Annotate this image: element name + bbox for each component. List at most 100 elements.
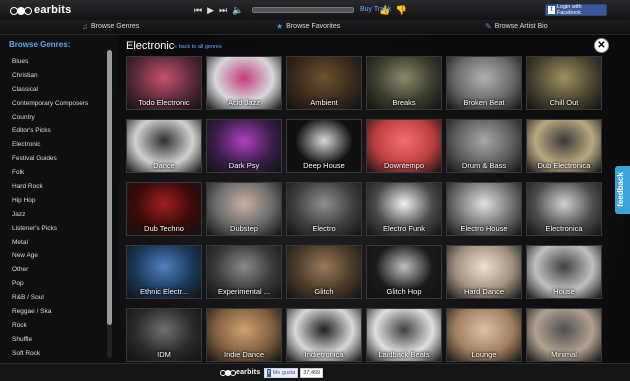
genre-list-item[interactable]: Other [12,263,88,277]
nav-browse-favorites-label: Browse Favorites [286,23,341,30]
subgenre-tile[interactable]: Lounge [446,308,522,362]
page-title: Electronic [126,40,175,52]
genre-list-item[interactable]: Christian [12,69,88,83]
subgenre-tile[interactable]: Indietronica [286,308,362,362]
subgenre-tile[interactable]: House [526,245,602,299]
earbits-logo[interactable]: earbits [10,3,71,17]
subgenre-tile[interactable]: Broken Beat [446,56,522,110]
sidebar-title: Browse Genres: [9,40,71,49]
bottom-bar: earbits f Me gusta 37,499 [0,363,630,381]
subgenre-tile[interactable]: Dubstep [206,182,282,236]
subgenre-tile[interactable]: Indie Dance [206,308,282,362]
subgenre-tile[interactable]: Laidback Beats [366,308,442,362]
sidebar-scrollbar[interactable] [107,50,112,358]
genre-list-item[interactable]: Electronic [12,138,88,152]
music-note-icon: ♫ [82,22,88,31]
sidebar-scrollbar-thumb[interactable] [107,50,112,325]
facebook-login-button[interactable]: f Login with Facebook [545,4,607,16]
subgenre-tile[interactable]: Electro [286,182,362,236]
nav-browse-artist-bio[interactable]: ✎ Browse Artist Bio [485,22,548,31]
genre-list-item[interactable]: R&B / Soul [12,291,88,305]
genre-list-item[interactable]: Editor's Picks [12,124,88,138]
subgenre-tile[interactable]: Glitch Hop [366,245,442,299]
close-icon[interactable]: ✕ [594,38,609,53]
subgenre-tile-label: Chill Out [549,98,579,107]
next-icon[interactable]: ⏭ [219,4,227,16]
subgenre-tile[interactable]: Deep House [286,119,362,173]
subgenre-tile[interactable]: Drum & Bass [446,119,522,173]
genre-list-item[interactable]: Country [12,111,88,125]
subgenre-tile-label: Broken Beat [463,98,505,107]
subgenre-tile[interactable]: IDM [126,308,202,362]
nav-browse-favorites[interactable]: ★ Browse Favorites [276,22,340,31]
subgenre-tile-label: Glitch Hop [386,287,422,296]
back-to-genres-link[interactable]: « back to all genres [174,44,222,50]
genre-list-item[interactable]: Contemporary Composers [12,97,88,111]
genre-list-item[interactable]: Reggae / Ska [12,305,88,319]
subgenre-panel: Electronic « back to all genres ✕ Todo E… [118,35,630,363]
genre-list-item[interactable]: Blues [12,55,88,69]
brand-name: earbits [34,4,72,16]
thumbs-down-icon[interactable]: 👎 [396,5,407,16]
subgenre-tile[interactable]: Ethnic Electr... [126,245,202,299]
subgenre-tile[interactable]: Acid Jazz [206,56,282,110]
facebook-icon: f [267,368,271,377]
subgenre-tile[interactable]: Dub Techno [126,182,202,236]
previous-icon[interactable]: ⏮ [194,4,202,16]
genre-list-item[interactable]: Listener's Picks [12,222,88,236]
facebook-login-label: Login with Facebook [556,4,582,16]
subgenre-tile[interactable]: Breaks [366,56,442,110]
subgenre-tile-label: Electronica [545,224,583,233]
nav-browse-genres[interactable]: ♫ Browse Genres [82,22,139,31]
subgenre-tile-label: Ethnic Electr... [140,287,188,296]
subgenre-tile[interactable]: Chill Out [526,56,602,110]
subgenre-tile[interactable]: Hard Dance [446,245,522,299]
subgenre-tile[interactable]: Ambient [286,56,362,110]
subgenre-tile-label: Ambient [310,98,338,107]
buy-track-link[interactable]: Buy Track [360,6,391,13]
genre-list-item[interactable]: New Age [12,249,88,263]
genre-sidebar: Browse Genres: Blues Christian Classical Co… [0,35,118,363]
subgenre-tile-label: Dub Electronica [537,161,591,170]
subgenre-tile-label: Acid Jazz [227,98,261,107]
feedback-label: feedback [615,172,625,207]
subgenre-tile[interactable]: Electro Funk [366,182,442,236]
subgenre-tile-label: Dark Psy [228,161,260,170]
footer-earbits-logo[interactable]: earbits [220,368,260,376]
genre-list-item[interactable]: Folk [12,166,88,180]
subgenre-tile[interactable]: Downtempo [366,119,442,173]
subgenre-tile-label: Dub Techno [144,224,184,233]
feedback-tab[interactable]: feedback [615,166,630,214]
subgenre-tile[interactable]: Todo Electronic [126,56,202,110]
subgenre-tile[interactable]: Electro House [446,182,522,236]
subgenre-tile-label: Experimental ... [217,287,271,296]
volume-icon[interactable]: 🔈 [232,4,243,16]
subgenre-tile-label: Downtempo [383,161,425,170]
facebook-like-button[interactable]: f Me gusta [264,367,299,378]
genre-list-item[interactable]: Jazz [12,208,88,222]
track-progress-bar[interactable] [252,7,355,13]
subgenre-tile[interactable]: Dark Psy [206,119,282,173]
subgenre-tile[interactable]: Minimal [526,308,602,362]
earbits-logo-icon [10,4,32,16]
genre-list-item[interactable]: Festival Guides [12,152,88,166]
genre-list: Blues Christian Classical Contemporary Comp… [12,55,88,361]
subgenre-tile[interactable]: Experimental ... [206,245,282,299]
genre-list-item[interactable]: Hard Rock [12,180,88,194]
subgenre-tile[interactable]: Dance [126,119,202,173]
subgenre-tile-label: Indietronica [304,350,344,359]
subgenre-tile[interactable]: Electronica [526,182,602,236]
genre-list-item[interactable]: Metal [12,236,88,250]
genre-list-item[interactable]: Soft Rock [12,347,88,361]
subgenre-tile[interactable]: Glitch [286,245,362,299]
subgenre-tile-label: Lounge [471,350,497,359]
genre-list-item[interactable]: Pop [12,277,88,291]
genre-list-item[interactable]: Hip Hop [12,194,88,208]
genre-list-item[interactable]: Shuffle [12,333,88,347]
genre-list-item[interactable]: Classical [12,83,88,97]
genre-list-item[interactable]: Rock [12,319,88,333]
subgenre-tile[interactable]: Dub Electronica [526,119,602,173]
subgenre-tile-label: Todo Electronic [138,98,190,107]
footer-earbits-logo-icon [220,368,236,376]
play-icon[interactable]: ▶ [207,4,214,16]
